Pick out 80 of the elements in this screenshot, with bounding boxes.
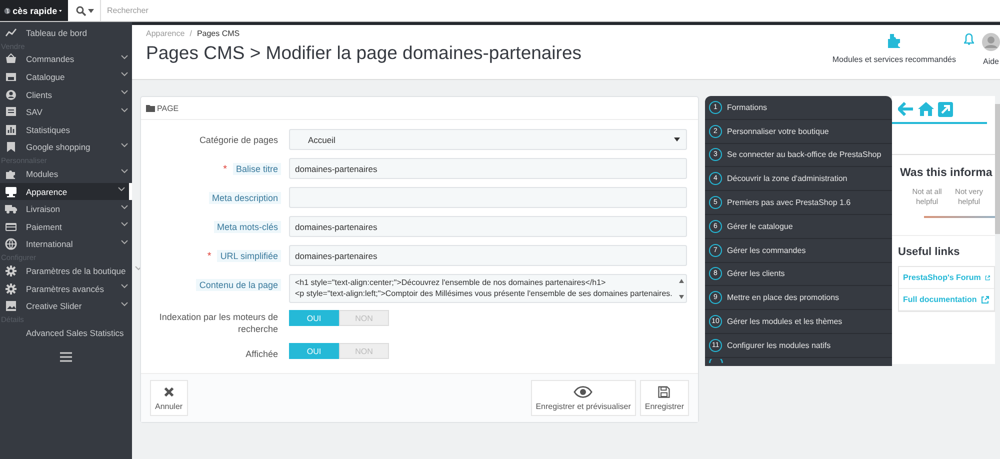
user-icon bbox=[5, 88, 17, 101]
scrollbar[interactable] bbox=[995, 104, 1000, 234]
field-label: Balise titre bbox=[232, 163, 281, 175]
truck-icon bbox=[5, 203, 17, 216]
input-field[interactable]: domaines-partenaires bbox=[289, 216, 687, 237]
bell-icon[interactable] bbox=[964, 33, 974, 45]
sidebar-item[interactable]: Paiement bbox=[0, 218, 132, 236]
chart-line-icon bbox=[5, 26, 17, 39]
panel-title: PAGE bbox=[157, 104, 179, 112]
section-title: Useful links bbox=[898, 246, 961, 258]
scroll-up-icon[interactable] bbox=[679, 279, 684, 283]
external-link-icon bbox=[980, 296, 989, 304]
sidebar-item[interactable]: Paramètres avancés bbox=[0, 280, 132, 298]
search-button[interactable] bbox=[68, 0, 101, 21]
chat-icon bbox=[5, 106, 17, 118]
sidebar-item[interactable]: Advanced Sales Statistics bbox=[0, 324, 132, 342]
puzzle-icon bbox=[5, 168, 17, 180]
field-label: Catégorie de pages bbox=[198, 134, 279, 146]
quick-access-button[interactable]: cès rapide bbox=[0, 0, 68, 21]
footer-button[interactable]: Annuler bbox=[150, 380, 188, 416]
sidebar-item[interactable]: Modules bbox=[0, 165, 132, 183]
external-link-icon[interactable] bbox=[938, 102, 953, 117]
sidebar-item[interactable]: Statistiques bbox=[0, 120, 132, 139]
bar-chart-icon bbox=[5, 124, 17, 136]
basket-icon bbox=[5, 53, 17, 66]
field-label: URL simplifiée bbox=[217, 250, 281, 262]
text-line: <h1 style="text-align:center;">Découvrez l'ensemble de nos domaines partenaires</h1> bbox=[295, 277, 607, 288]
search-field[interactable]: Rechercher bbox=[101, 0, 1000, 21]
back-arrow-icon[interactable] bbox=[898, 102, 914, 116]
toolbar-button[interactable]: Aide bbox=[982, 33, 1000, 66]
sidebar-item[interactable]: Catalogue bbox=[0, 68, 132, 86]
avatar-icon bbox=[982, 33, 1000, 51]
text-line: <p style="text-align:left;">Comptoir des Millésimes vous présente l'ensemble de ses domaines partenaires. bbox=[295, 288, 672, 299]
required-mark: * bbox=[207, 250, 212, 262]
menu-icon[interactable] bbox=[59, 352, 73, 362]
input-field[interactable]: domaines-partenaires bbox=[289, 245, 687, 266]
select-field[interactable]: Accueil bbox=[289, 129, 687, 150]
footer-button[interactable]: Enregistrer et prévisualiser bbox=[530, 380, 636, 416]
caret-icon bbox=[674, 137, 680, 142]
puzzle-icon bbox=[886, 33, 902, 49]
monitor-icon bbox=[5, 186, 17, 198]
bookmark-icon bbox=[5, 141, 17, 154]
sidebar-item[interactable]: Google shopping bbox=[0, 138, 132, 156]
sidebar-item[interactable]: Livraison bbox=[0, 200, 132, 218]
globe-icon bbox=[5, 238, 17, 250]
field-label: Meta mots-clés bbox=[214, 221, 281, 233]
sidebar-item[interactable]: Commandes bbox=[0, 50, 132, 68]
breadcrumb-link[interactable]: Pages CMS bbox=[196, 29, 240, 38]
card-icon bbox=[5, 220, 17, 233]
sidebar-item[interactable]: International bbox=[0, 236, 132, 254]
sidebar-item[interactable]: SAV bbox=[0, 103, 132, 121]
field-label: Affichée bbox=[244, 348, 279, 360]
search-icon bbox=[76, 6, 86, 16]
page-title: Pages CMS > Modifier la page domaines-partenaires bbox=[146, 42, 582, 64]
image-icon bbox=[5, 300, 17, 312]
sidebar-item[interactable]: Tableau de bord bbox=[0, 24, 132, 42]
feedback-question: Was this informa bbox=[900, 167, 994, 179]
sidebar-item[interactable]: Apparence bbox=[0, 182, 132, 200]
breadcrumb-separator: / bbox=[190, 29, 192, 38]
store-icon bbox=[5, 70, 17, 83]
external-link-icon bbox=[984, 274, 990, 282]
save-icon bbox=[656, 386, 672, 398]
eye-icon bbox=[572, 386, 594, 398]
gear-icon bbox=[5, 264, 17, 277]
scroll-down-icon[interactable] bbox=[679, 295, 684, 299]
home-icon[interactable] bbox=[918, 102, 934, 116]
field-label: Indexation par les moteurs de recherche bbox=[158, 311, 279, 336]
gear-icon bbox=[5, 282, 17, 295]
folder-icon bbox=[146, 104, 155, 112]
field-label: Contenu de la page bbox=[196, 279, 281, 291]
sidebar-item[interactable]: Creative Slider bbox=[0, 297, 132, 315]
caret-icon bbox=[88, 8, 94, 14]
input-field[interactable]: domaines-partenaires bbox=[289, 158, 687, 179]
toolbar-button[interactable]: Modules et services recommandés bbox=[832, 33, 956, 64]
input-field[interactable] bbox=[289, 187, 687, 208]
text-area[interactable]: <h1 style="text-align:center;">Découvrez l'ensemble de nos domaines partenaires</h1> <p style="text-align:left;">Comptoir des Millésimes vous présente l'ensemble de ses domaines partenaires. bbox=[289, 274, 687, 303]
required-mark: * bbox=[223, 164, 227, 174]
field-label: Meta description bbox=[208, 192, 281, 204]
footer-button[interactable]: Enregistrer bbox=[640, 380, 689, 416]
sidebar-item[interactable]: Clients bbox=[0, 86, 132, 104]
